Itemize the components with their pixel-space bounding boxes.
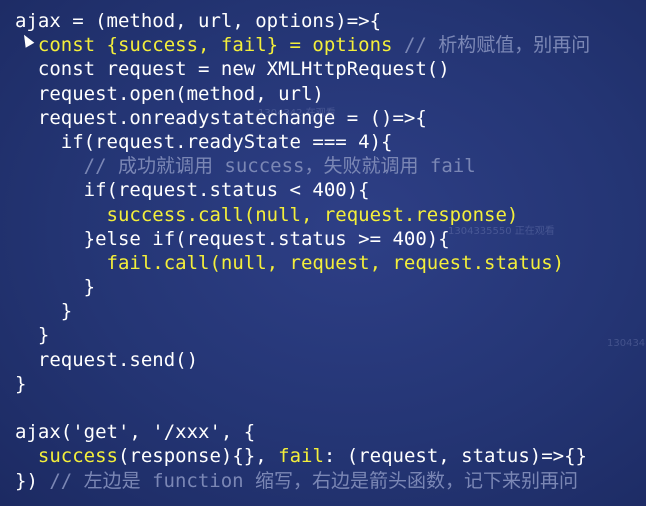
- code-line: ajax('get', '/xxx', {: [15, 420, 590, 444]
- code-text: }): [15, 469, 38, 492]
- viewer-watermark: 1304342 在观看: [258, 108, 336, 119]
- code-text: : (request, status)=>{}: [323, 445, 587, 468]
- code-comment: // 成功就调用 success，失败就调用 fail: [15, 155, 476, 178]
- code-line: const {success, fail} = options // 析构赋值，…: [15, 33, 590, 57]
- code-line: const request = new XMLHttpRequest(): [15, 57, 590, 81]
- code-comment: // 左边是 function 缩写，右边是箭头函数，记下来别再问: [37, 469, 579, 492]
- code-highlight: fail: [278, 445, 324, 468]
- code-text: ajax = (method, url, options)=>{: [15, 10, 382, 32]
- viewer-watermark: 1304335550 正在观看: [448, 226, 555, 237]
- code-text: }: [15, 372, 27, 395]
- code-text: request.open(method, url): [15, 82, 324, 105]
- code-line: fail.call(null, request, request.status): [15, 251, 590, 275]
- code-line: success(response){}, fail: (request, sta…: [15, 444, 590, 468]
- code-text: }: [15, 324, 50, 347]
- code-text: if(request.readyState === 4){: [15, 130, 393, 153]
- code-highlight: const {success, fail} = options: [37, 34, 393, 57]
- code-line: }: [15, 372, 590, 396]
- code-line: if(request.readyState === 4){: [15, 130, 590, 154]
- code-text: ajax('get', '/xxx', {: [15, 421, 256, 444]
- code-line: }: [15, 323, 590, 347]
- code-text: }else if(request.status >= 400){: [15, 227, 450, 250]
- code-line: }) // 左边是 function 缩写，右边是箭头函数，记下来别再问: [15, 469, 590, 493]
- code-block: ajax = (method, url, options)=>{ const {…: [15, 9, 590, 493]
- code-highlight: fail.call(null, request, request.status): [106, 251, 565, 274]
- code-line: request.send(): [15, 348, 590, 372]
- code-text: request.send(): [15, 348, 199, 371]
- code-line: // 成功就调用 success，失败就调用 fail: [15, 154, 590, 178]
- code-comment: // 析构赋值，别再问: [392, 34, 591, 57]
- code-line: request.open(method, url): [15, 82, 590, 106]
- viewer-watermark: 130434: [607, 338, 646, 349]
- code-line: }: [15, 275, 590, 299]
- code-highlight: success: [37, 445, 118, 468]
- code-text: const request = new XMLHttpRequest(): [15, 58, 450, 81]
- code-text: if(request.status < 400){: [15, 179, 370, 202]
- code-line: if(request.status < 400){: [15, 178, 590, 202]
- code-text: }: [15, 276, 96, 299]
- code-text: (response){},: [117, 445, 279, 468]
- code-line: }: [15, 299, 590, 323]
- code-text: request.onreadystatechange = ()=>{: [15, 106, 427, 129]
- code-text: }: [15, 300, 73, 323]
- code-line: ajax = (method, url, options)=>{: [15, 9, 590, 33]
